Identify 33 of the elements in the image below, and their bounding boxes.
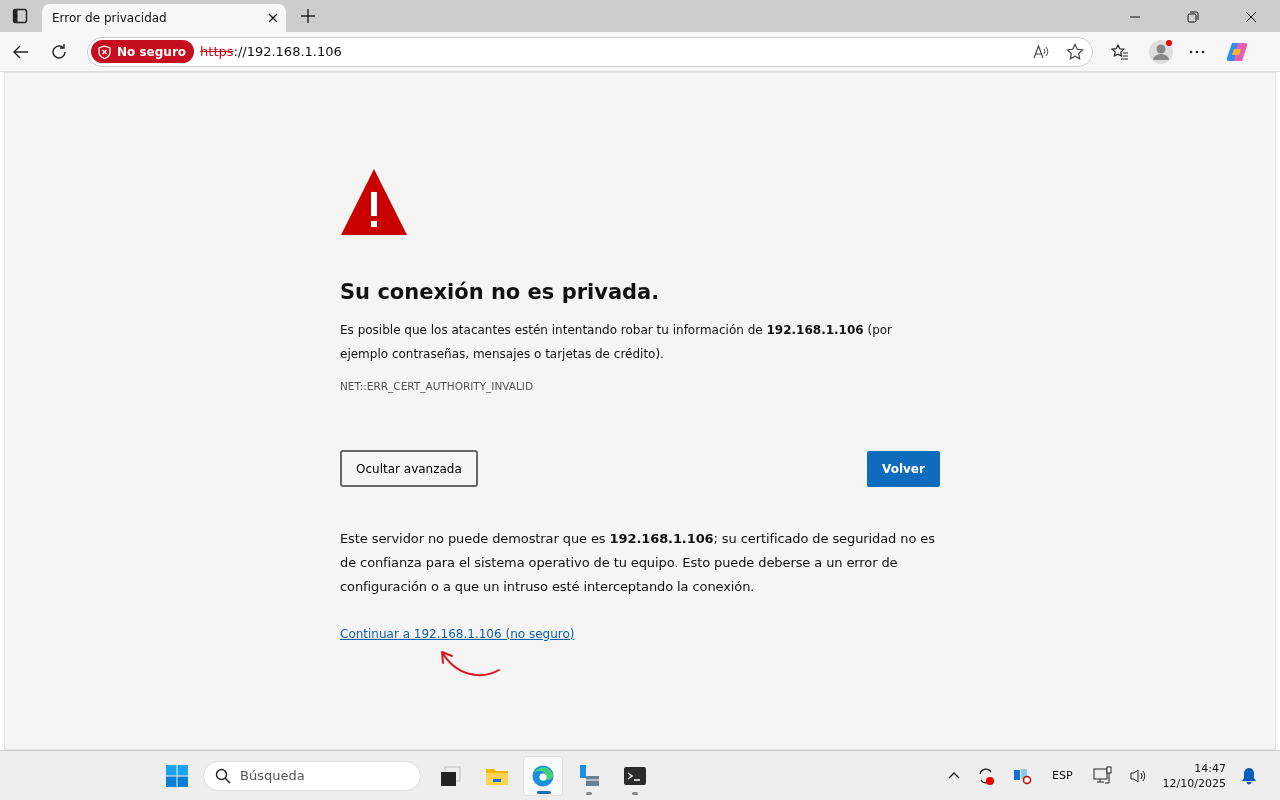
profile-avatar-icon[interactable] [1148,38,1174,65]
shield-icon [98,44,111,59]
close-icon[interactable] [1245,11,1257,23]
start-icon[interactable] [165,763,189,788]
input-language[interactable]: ESP [1052,769,1073,782]
taskview-icon [439,763,463,788]
favorites-icon[interactable] [1111,42,1129,61]
new-tab-icon[interactable] [300,8,316,24]
computer-network-icon [577,763,601,788]
warning-icon [340,168,408,236]
intro-text: Es posible que los atacantes estén intentando robar tu información de 192.168.1.106 (por ejemplo contraseñas, mensajes o tarjetas de crédito). [340,322,894,363]
back-button[interactable]: Volver [867,450,940,487]
taskbar-search-field[interactable]: Búsqueda [203,760,421,791]
proceed-link[interactable]: Continuar a 192.168.1.106 (no seguro) [340,627,575,641]
close-tab-icon[interactable] [268,13,278,23]
url-text: https://192.168.1.106 [200,44,342,59]
hide-advanced-button[interactable]: Ocultar avanzada [340,450,478,487]
details-text: Este servidor no puede demostrar que es 192.168.1.106; su certificado de seguridad no es de confianza para el sistema operativo de tu equipo. Esto puede deberse a un error de configuración o a que un intruso esté interceptando la conexión. [340,530,936,596]
tab-actions-icon[interactable] [12,8,28,24]
sync-icon[interactable] [976,765,997,786]
error-code: NET::ERR_CERT_AUTHORITY_INVALID [340,380,535,392]
not-secure-badge[interactable]: No seguro [91,40,195,63]
clock[interactable]: 14:47 12/10/2025 [1162,760,1226,791]
notification-bell-icon[interactable] [1240,766,1258,785]
browser-tab[interactable]: Error de privacidad [42,4,286,32]
browser-icon [531,763,555,788]
network-icon[interactable] [1092,765,1113,786]
page-heading: Su conexión no es privada. [340,280,661,304]
star-icon[interactable] [1066,42,1084,61]
read-aloud-icon[interactable] [1032,42,1050,61]
restore-icon[interactable] [1187,11,1199,23]
reload-icon[interactable] [50,42,68,61]
address-bar[interactable]: No seguro https://192.168.1.106 [87,36,1093,67]
